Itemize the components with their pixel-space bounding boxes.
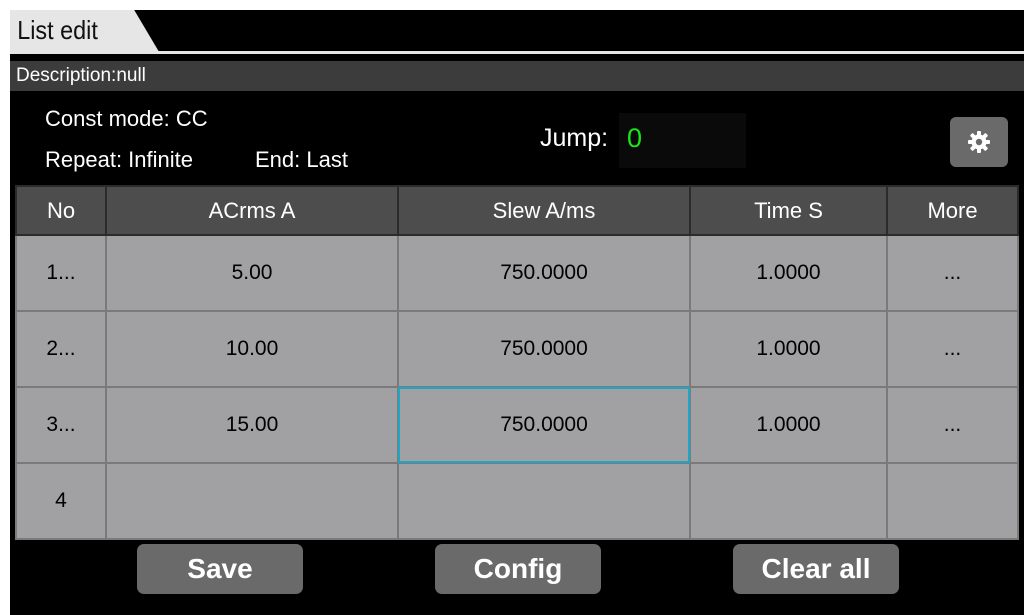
cell-acrms[interactable]: 10.00 xyxy=(105,310,399,388)
cell-no[interactable]: 4 xyxy=(15,462,107,540)
table-row: 2... 10.00 750.0000 1.0000 ... xyxy=(15,310,1019,388)
config-button[interactable]: Config xyxy=(435,544,601,594)
cell-no[interactable]: 3... xyxy=(15,386,107,464)
cell-more[interactable] xyxy=(886,462,1019,540)
cell-acrms[interactable]: 5.00 xyxy=(105,234,399,312)
cell-no[interactable]: 2... xyxy=(15,310,107,388)
cell-more[interactable]: ... xyxy=(886,386,1019,464)
tab-underline xyxy=(10,51,1024,54)
clear-all-button[interactable]: Clear all xyxy=(733,544,899,594)
description-bar: Description:null xyxy=(10,61,1024,91)
cell-acrms[interactable]: 15.00 xyxy=(105,386,399,464)
cell-slew[interactable]: 750.0000 xyxy=(397,310,691,388)
gear-icon xyxy=(968,131,990,153)
jump-input[interactable]: 0 xyxy=(619,113,746,168)
header-time: Time S xyxy=(689,185,888,236)
screen: List edit Description:null Const mode: C… xyxy=(10,10,1024,615)
cell-acrms[interactable] xyxy=(105,462,399,540)
cell-more[interactable]: ... xyxy=(886,310,1019,388)
table-row: 1... 5.00 750.0000 1.0000 ... xyxy=(15,234,1019,312)
header-slew: Slew A/ms xyxy=(397,185,691,236)
header-acrms: ACrms A xyxy=(105,185,399,236)
cell-no[interactable]: 1... xyxy=(15,234,107,312)
cell-slew[interactable] xyxy=(397,462,691,540)
cell-more[interactable]: ... xyxy=(886,234,1019,312)
save-button[interactable]: Save xyxy=(137,544,303,594)
list-table: No ACrms A Slew A/ms Time S More 1... 5.… xyxy=(15,185,1019,540)
cell-time[interactable]: 1.0000 xyxy=(689,310,888,388)
header-no: No xyxy=(15,185,107,236)
jump-label: Jump: xyxy=(540,124,609,152)
cell-time[interactable] xyxy=(689,462,888,540)
cell-time[interactable]: 1.0000 xyxy=(689,386,888,464)
repeat-label: Repeat: Infinite xyxy=(45,147,193,172)
cell-slew-selected[interactable]: 750.0000 xyxy=(397,386,691,464)
jump-value: 0 xyxy=(627,123,643,153)
cell-time[interactable]: 1.0000 xyxy=(689,234,888,312)
tab-list-edit[interactable]: List edit xyxy=(10,10,159,51)
table-row: 4 xyxy=(15,462,1019,540)
settings-button[interactable] xyxy=(950,117,1008,167)
header-more: More xyxy=(886,185,1019,236)
table-header-row: No ACrms A Slew A/ms Time S More xyxy=(15,185,1019,236)
table-row: 3... 15.00 750.0000 1.0000 ... xyxy=(15,386,1019,464)
const-mode-label: Const mode: CC xyxy=(45,106,208,131)
end-label: End: Last xyxy=(255,147,348,172)
cell-slew[interactable]: 750.0000 xyxy=(397,234,691,312)
